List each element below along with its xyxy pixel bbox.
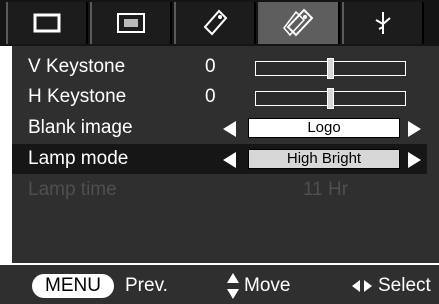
picture-icon	[33, 13, 61, 33]
move-hint: Move	[244, 275, 291, 296]
select-hint: Select	[378, 275, 431, 296]
up-down-arrows-icon	[227, 273, 239, 299]
h-keystone-label: H Keystone	[28, 86, 127, 107]
blank-image-right-arrow-icon[interactable]	[408, 121, 421, 137]
menu-row-v-keystone[interactable]: V Keystone 0	[12, 52, 427, 82]
tab-settings[interactable]	[258, 2, 340, 44]
menu-row-h-keystone[interactable]: H Keystone 0	[12, 82, 427, 112]
menu-row-lamp-time: Lamp time 11 Hr	[12, 175, 427, 205]
screen-icon	[117, 13, 145, 33]
lamp-mode-label: Lamp mode	[28, 148, 129, 169]
menu-row-lamp-mode[interactable]: Lamp mode High Bright	[12, 144, 427, 174]
connection-icon	[375, 12, 391, 34]
lamp-time-label: Lamp time	[28, 179, 117, 200]
footer-hint-bar: MENU Prev. Move Select	[0, 265, 439, 304]
menu-key-badge[interactable]: MENU	[32, 274, 114, 298]
menu-row-blank-image[interactable]: Blank image Logo	[12, 113, 427, 143]
menu-tab-bar	[0, 0, 439, 46]
tab-picture[interactable]	[6, 2, 88, 44]
v-keystone-slider[interactable]	[255, 58, 406, 79]
left-right-arrows-icon	[352, 280, 372, 292]
settings-tags-icon	[283, 8, 314, 37]
h-keystone-slider[interactable]	[255, 88, 406, 109]
v-keystone-value: 0	[205, 56, 216, 77]
blank-image-option[interactable]: Logo	[248, 118, 400, 138]
lamp-mode-option[interactable]: High Bright	[248, 149, 400, 169]
lamp-time-value: 11 Hr	[303, 179, 349, 200]
h-keystone-value: 0	[205, 86, 216, 107]
prev-hint: Prev.	[125, 275, 168, 296]
h-keystone-slider-thumb[interactable]	[327, 88, 334, 109]
blank-image-label: Blank image	[28, 117, 133, 138]
tab-setup[interactable]	[174, 2, 256, 44]
v-keystone-slider-thumb[interactable]	[327, 58, 334, 79]
setup-tag-icon	[203, 9, 228, 36]
lamp-mode-right-arrow-icon[interactable]	[408, 152, 421, 168]
blank-image-left-arrow-icon[interactable]	[223, 121, 236, 137]
tab-screen[interactable]	[90, 2, 172, 44]
v-keystone-label: V Keystone	[28, 56, 126, 77]
settings-menu-panel: V Keystone 0 H Keystone 0 Blank image Lo…	[12, 46, 439, 263]
lamp-mode-left-arrow-icon[interactable]	[223, 152, 236, 168]
tab-connection[interactable]	[342, 2, 424, 44]
